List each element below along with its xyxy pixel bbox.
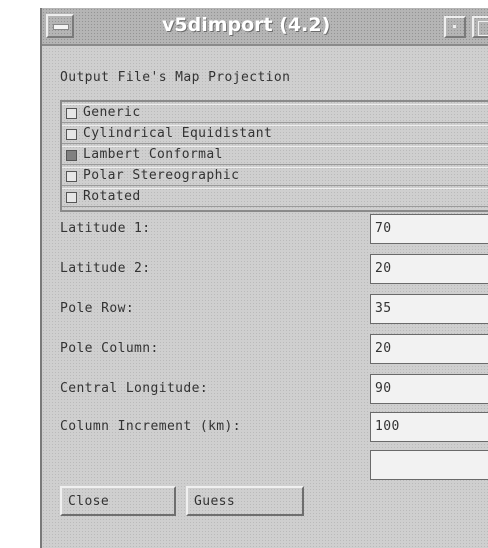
latitude-2-input[interactable]: 20 xyxy=(370,254,488,284)
v5dimport-window: v5dimport (4.2) Output File's Map Projec… xyxy=(40,8,488,548)
projection-option-rotated[interactable]: Rotated xyxy=(62,188,488,207)
title-bar[interactable]: v5dimport (4.2) xyxy=(42,8,488,46)
pole-column-label: Pole Column: xyxy=(60,341,159,356)
extra-field-row xyxy=(60,450,488,480)
latitude-2-label: Latitude 2: xyxy=(60,261,151,276)
projection-option-label: Cylindrical Equidistant xyxy=(83,126,273,141)
column-increment-input[interactable]: 100 xyxy=(370,412,488,442)
projection-option-label: Generic xyxy=(83,105,141,120)
column-increment-row: Column Increment (km): 100 xyxy=(60,412,488,442)
projection-option-label: Lambert Conformal xyxy=(83,147,223,162)
projection-list: Generic Cylindrical Equidistant Lambert … xyxy=(60,100,488,212)
window-title: v5dimport (4.2) xyxy=(162,14,331,36)
maximize-box-glyph xyxy=(478,21,488,36)
projection-section-label: Output File's Map Projection xyxy=(60,70,291,85)
checkbox-icon[interactable] xyxy=(66,150,77,161)
projection-option-label: Polar Stereographic xyxy=(83,168,240,183)
pole-column-row: Pole Column: 20 xyxy=(60,334,488,364)
latitude-1-row: Latitude 1: 70 xyxy=(60,214,488,244)
minimize-icon[interactable] xyxy=(444,16,466,38)
extra-field-input[interactable] xyxy=(370,450,488,480)
latitude-1-input[interactable]: 70 xyxy=(370,214,488,244)
latitude-1-label: Latitude 1: xyxy=(60,221,151,236)
minimize-dot-glyph xyxy=(453,25,456,28)
checkbox-icon[interactable] xyxy=(66,192,77,203)
pole-row-input[interactable]: 35 xyxy=(370,294,488,324)
projection-option-lambert-conformal[interactable]: Lambert Conformal xyxy=(62,146,488,165)
pole-row-label: Pole Row: xyxy=(60,301,135,316)
guess-button[interactable]: Guess xyxy=(186,486,304,516)
pole-column-input[interactable]: 20 xyxy=(370,334,488,364)
window-menu-icon[interactable] xyxy=(46,14,74,38)
pole-row-row: Pole Row: 35 xyxy=(60,294,488,324)
menu-bar-glyph xyxy=(53,24,69,30)
checkbox-icon[interactable] xyxy=(66,171,77,182)
projection-option-cylindrical-equidistant[interactable]: Cylindrical Equidistant xyxy=(62,125,488,144)
projection-option-polar-stereographic[interactable]: Polar Stereographic xyxy=(62,167,488,186)
central-longitude-input[interactable]: 90 xyxy=(370,374,488,404)
close-button[interactable]: Close xyxy=(60,486,176,516)
checkbox-icon[interactable] xyxy=(66,129,77,140)
maximize-icon[interactable] xyxy=(472,16,488,38)
central-longitude-row: Central Longitude: 90 xyxy=(60,374,488,404)
central-longitude-label: Central Longitude: xyxy=(60,381,209,396)
checkbox-icon[interactable] xyxy=(66,108,77,119)
projection-option-label: Rotated xyxy=(83,189,141,204)
latitude-2-row: Latitude 2: 20 xyxy=(60,254,488,284)
column-increment-label: Column Increment (km): xyxy=(60,419,241,434)
projection-option-generic[interactable]: Generic xyxy=(62,104,488,123)
